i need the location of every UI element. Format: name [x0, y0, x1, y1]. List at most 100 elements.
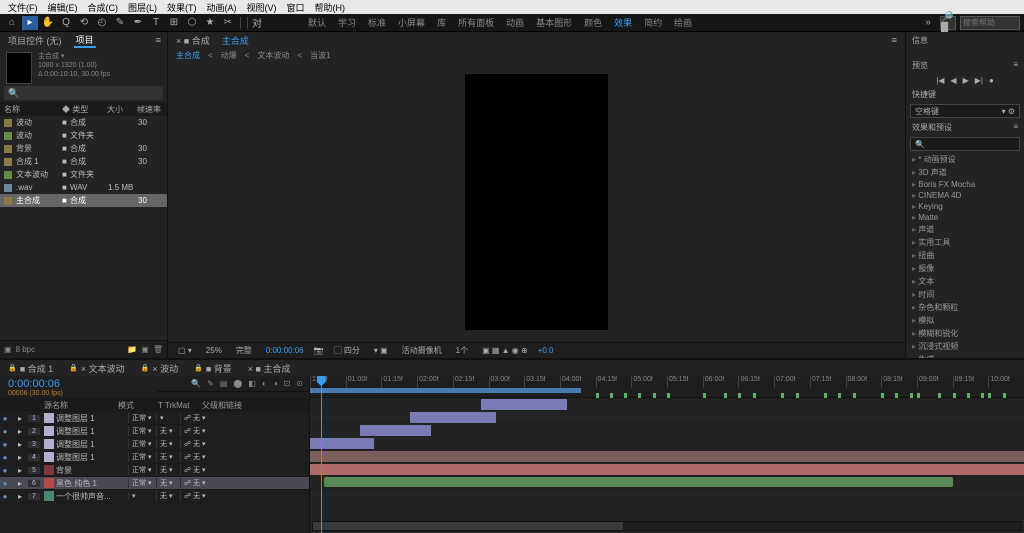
tool-button[interactable]: ✎: [112, 16, 128, 30]
timeline-option-icon[interactable]: ▤: [220, 379, 228, 388]
viewer-tab-comp[interactable]: × ■ 合成: [174, 34, 212, 47]
timeline-option-icon[interactable]: ◑: [273, 379, 278, 388]
visibility-icon[interactable]: ●: [0, 453, 10, 462]
tool-button[interactable]: ▸: [22, 16, 38, 30]
workspace-tab[interactable]: 所有面板: [452, 16, 500, 29]
play-icon[interactable]: ▶: [963, 76, 969, 85]
zoom-dropdown[interactable]: 25%: [202, 346, 226, 355]
timeline-tab[interactable]: ■ 背景: [192, 362, 234, 375]
visibility-icon[interactable]: ●: [0, 492, 10, 501]
project-item[interactable]: .wav■WAV1.5 MB: [0, 181, 167, 194]
visibility-icon[interactable]: ●: [0, 427, 10, 436]
search-icon[interactable]: 🔎█: [940, 16, 956, 30]
layer-row[interactable]: ●▸7一个很帅声音... ▾无 ▾☍ 无 ▾: [0, 490, 309, 503]
tool-button[interactable]: ✒: [130, 16, 146, 30]
panel-menu-icon[interactable]: ≡: [1013, 122, 1018, 133]
clip[interactable]: [481, 399, 567, 410]
timeline-tracks[interactable]: 1:00f01:00f01:15f02:00f02:15f03:00f03:15…: [310, 376, 1024, 533]
project-item[interactable]: 波动■合成30: [0, 116, 167, 129]
timeline-tab[interactable]: × 波动: [139, 362, 180, 375]
time-ruler[interactable]: 1:00f01:00f01:15f02:00f02:15f03:00f03:15…: [310, 376, 1024, 398]
workspace-tab[interactable]: 颜色: [578, 16, 608, 29]
clip[interactable]: [360, 425, 431, 436]
workspace-tab[interactable]: 库: [431, 16, 452, 29]
layer-row[interactable]: ●▸4调整图层 1正常 ▾无 ▾☍ 无 ▾: [0, 451, 309, 464]
layer-row[interactable]: ●▸5背景正常 ▾无 ▾☍ 无 ▾: [0, 464, 309, 477]
shortcut-dropdown[interactable]: 空格键▾ ⚙: [910, 104, 1020, 118]
snapshot-icon[interactable]: 📷: [314, 346, 324, 355]
effect-category[interactable]: Keying: [906, 201, 1024, 212]
timeline-option-icon[interactable]: 🔍: [191, 379, 201, 388]
track[interactable]: [310, 424, 1024, 437]
timecode-display[interactable]: 0:00:00:06: [262, 346, 308, 355]
effect-category[interactable]: 实用工具: [906, 236, 1024, 249]
project-item[interactable]: 波动■文件夹: [0, 129, 167, 142]
tool-button[interactable]: Q: [58, 16, 74, 30]
timeline-option-icon[interactable]: ◐: [262, 379, 267, 388]
project-tab[interactable]: 项目: [74, 33, 96, 48]
clip[interactable]: [324, 477, 952, 487]
next-frame-icon[interactable]: ▶|: [975, 76, 983, 85]
last-frame-icon[interactable]: ●: [989, 76, 994, 85]
panel-menu-icon[interactable]: ≡: [890, 35, 899, 45]
effect-category[interactable]: 声道: [906, 223, 1024, 236]
visibility-icon[interactable]: ●: [0, 414, 10, 423]
clip[interactable]: [310, 451, 1024, 462]
layer-row[interactable]: ●▸1调整图层 1正常 ▾ ▾☍ 无 ▾: [0, 412, 309, 425]
effect-category[interactable]: 报像: [906, 262, 1024, 275]
help-search-input[interactable]: [960, 16, 1020, 30]
effect-category[interactable]: 模拟: [906, 314, 1024, 327]
pixel-icons[interactable]: ▣ ▦ ▲ ◉ ⊕: [478, 346, 532, 355]
timeline-scrollbar[interactable]: [312, 521, 1022, 531]
effect-category[interactable]: CINEMA 4D: [906, 190, 1024, 201]
layer-row[interactable]: ●▸6黑色 纯色 1正常 ▾无 ▾☍ 无 ▾: [0, 477, 309, 490]
timeline-option-icon[interactable]: ✎: [207, 379, 214, 388]
track[interactable]: [310, 398, 1024, 411]
bpc-toggle[interactable]: 8 bpc: [16, 345, 36, 354]
tool-button[interactable]: ⊞: [166, 16, 182, 30]
effect-category[interactable]: Boris FX Mocha: [906, 179, 1024, 190]
timeline-tab[interactable]: × 文本波动: [67, 362, 126, 375]
aspect-dropdown[interactable]: ▾ ▣: [370, 346, 392, 355]
tool-button[interactable]: ⬡: [184, 16, 200, 30]
timeline-tab[interactable]: ■ 合成 1: [6, 362, 55, 375]
effect-category[interactable]: 扭曲: [906, 249, 1024, 262]
tool-button[interactable]: ⟲: [76, 16, 92, 30]
effects-category-list[interactable]: * 动画预设3D 声道Boris FX MochaCINEMA 4DKeying…: [906, 153, 1024, 358]
tool-button[interactable]: ⌂: [4, 16, 20, 30]
project-item[interactable]: 合成 1■合成30: [0, 155, 167, 168]
effect-category[interactable]: * 动画预设: [906, 153, 1024, 166]
menu-item[interactable]: 图层(L): [124, 1, 161, 14]
visibility-icon[interactable]: ●: [0, 479, 10, 488]
visibility-icon[interactable]: ●: [0, 440, 10, 449]
tool-button[interactable]: ◴: [94, 16, 110, 30]
effect-category[interactable]: 时间: [906, 288, 1024, 301]
layer-row[interactable]: ●▸3调整图层 1正常 ▾无 ▾☍ 无 ▾: [0, 438, 309, 451]
clip[interactable]: [410, 412, 496, 423]
tool-button[interactable]: ★: [202, 16, 218, 30]
project-item-list[interactable]: 波动■合成30波动■文件夹背景■合成30合成 1■合成30文本波动■文件夹.wa…: [0, 116, 167, 340]
project-item[interactable]: 主合成■合成30: [0, 194, 167, 207]
first-frame-icon[interactable]: |◀: [936, 76, 944, 85]
timeline-tab[interactable]: × ■ 主合成: [246, 362, 293, 375]
clip[interactable]: [310, 438, 374, 449]
snap-toggle[interactable]: 口对齐: [252, 16, 268, 30]
effect-category[interactable]: 3D 声道: [906, 166, 1024, 179]
half-res[interactable]: ▢ 四分: [330, 345, 364, 356]
resolution-dropdown[interactable]: 完整: [232, 345, 256, 356]
magnification-icon[interactable]: ▢ ▾: [174, 346, 196, 355]
menu-item[interactable]: 文件(F): [4, 1, 42, 14]
menu-item[interactable]: 动画(A): [203, 1, 241, 14]
track[interactable]: [310, 437, 1024, 450]
workspace-tab[interactable]: 效果: [608, 16, 638, 29]
effect-category[interactable]: Matte: [906, 212, 1024, 223]
project-search[interactable]: 🔍: [4, 86, 163, 100]
track[interactable]: [310, 450, 1024, 463]
effect-controls-tab[interactable]: 项目控件 (无): [6, 34, 64, 47]
canvas[interactable]: [168, 62, 905, 342]
current-timecode[interactable]: 0:00:00:06: [8, 378, 149, 390]
new-comp-icon[interactable]: ▣: [141, 345, 149, 354]
effect-category[interactable]: 杂色和颗粒: [906, 301, 1024, 314]
clip[interactable]: [310, 464, 1024, 475]
project-item[interactable]: 文本波动■文件夹: [0, 168, 167, 181]
